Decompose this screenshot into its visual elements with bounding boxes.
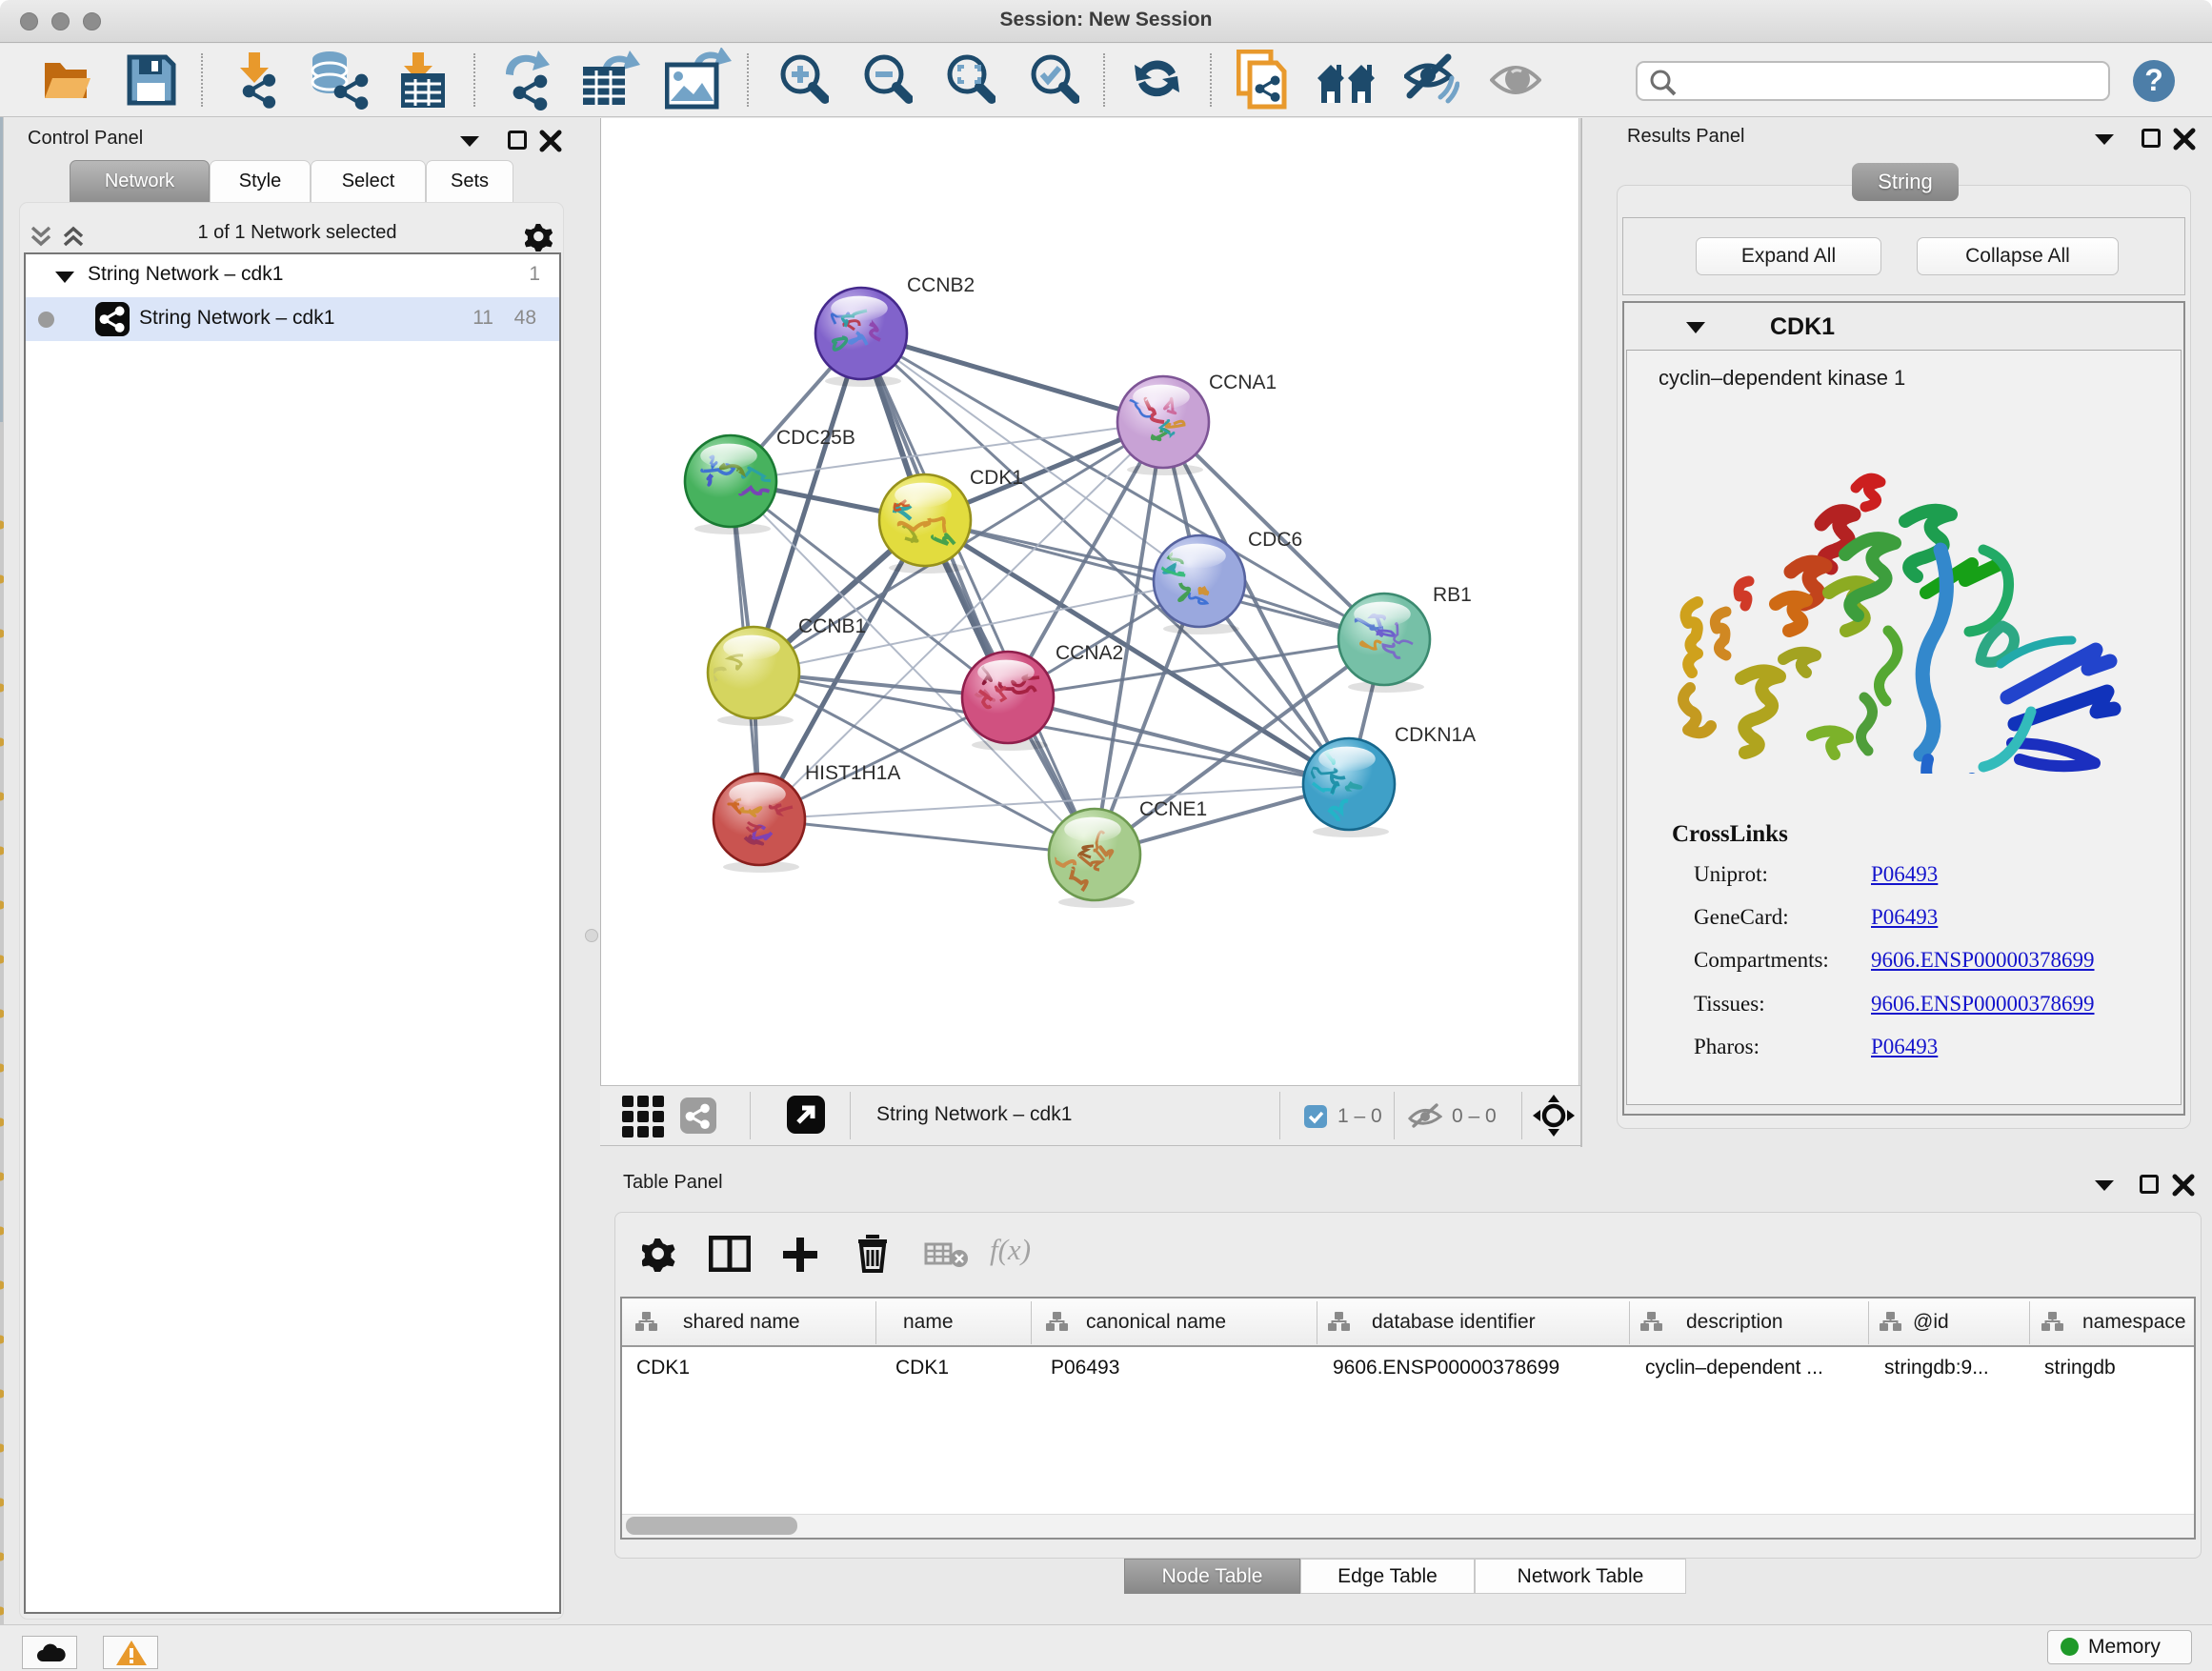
svg-text:CDC6: CDC6 (1248, 529, 1302, 551)
svg-text:CCNE1: CCNE1 (1139, 798, 1207, 820)
svg-text:CCNA1: CCNA1 (1209, 372, 1277, 393)
svg-text:HIST1H1A: HIST1H1A (805, 762, 900, 784)
svg-text:?: ? (2144, 63, 2163, 97)
svg-text:CCNA2: CCNA2 (1056, 642, 1123, 664)
svg-text:RB1: RB1 (1433, 584, 1472, 606)
svg-text:CDKN1A: CDKN1A (1395, 724, 1476, 746)
svg-text:CCNB2: CCNB2 (907, 274, 975, 296)
svg-text:CDC25B: CDC25B (776, 427, 855, 449)
svg-text:CCNB1: CCNB1 (798, 615, 866, 637)
svg-text:CDK1: CDK1 (970, 467, 1023, 489)
